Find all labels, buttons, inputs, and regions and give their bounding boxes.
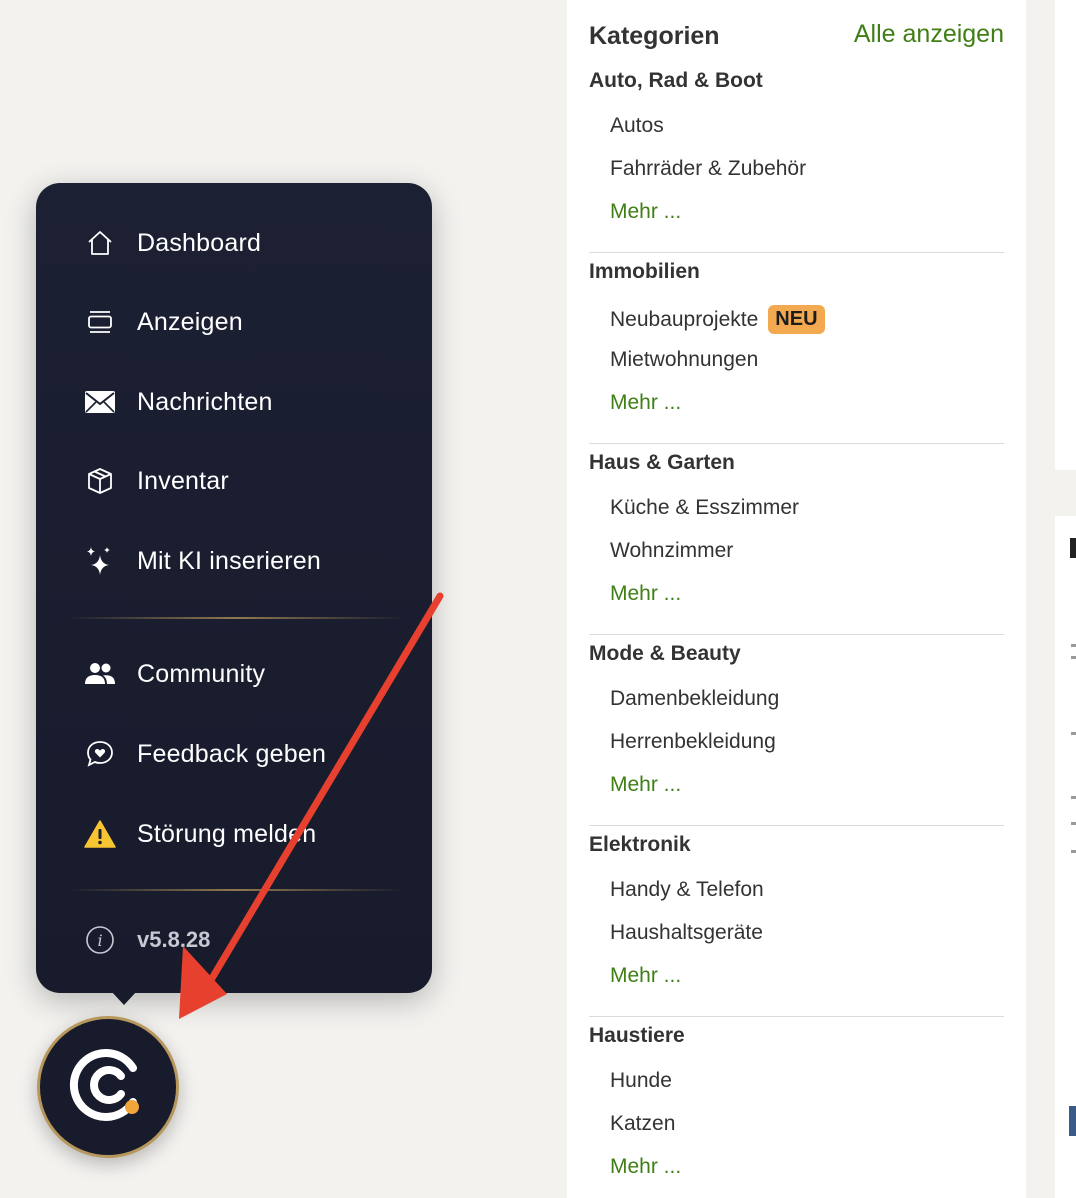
info-icon: i (82, 922, 118, 958)
menu-item-label: Dashboard (137, 228, 262, 257)
menu-item-label: Mit KI inserieren (137, 546, 322, 575)
category-link[interactable]: Damenbekleidung (610, 687, 779, 711)
category-link-label: Fahrräder & Zubehör (610, 157, 807, 180)
menu-item-stoerung[interactable]: Störung melden (82, 812, 412, 856)
category-link[interactable]: Handy & Telefon (610, 878, 764, 902)
svg-text:i: i (97, 931, 102, 950)
version-label: v5.8.28 (137, 927, 211, 952)
group-title[interactable]: Haus & Garten (589, 451, 735, 475)
category-group: Haustiere Hunde Katzen Mehr ... (589, 1017, 1004, 1198)
sparkles-icon (82, 543, 118, 579)
category-link[interactable]: Haushaltsgeräte (610, 921, 763, 945)
menu-item-nachrichten[interactable]: Nachrichten (82, 380, 412, 424)
box-icon (82, 463, 118, 499)
category-link[interactable]: Neubauprojekte NEU (610, 305, 825, 334)
side-card-bottom (1055, 516, 1076, 1198)
category-link[interactable]: Katzen (610, 1112, 675, 1136)
category-link-label: Damenbekleidung (610, 687, 780, 710)
group-title[interactable]: Auto, Rad & Boot (589, 69, 763, 93)
menu-item-label: Nachrichten (137, 387, 273, 416)
menu-item-label: Störung melden (137, 819, 317, 848)
warning-icon (82, 816, 118, 852)
menu-item-label: Anzeigen (137, 307, 243, 336)
category-group: Haus & Garten Küche & Esszimmer Wohnzimm… (589, 444, 1004, 635)
heart-chat-icon (82, 736, 118, 772)
category-header: Kategorien Alle anzeigen (589, 20, 1004, 56)
card-fragment (1071, 822, 1076, 825)
more-link[interactable]: Mehr ... (610, 391, 681, 415)
version-info: i v5.8.28 (82, 918, 412, 962)
envelope-icon (82, 384, 118, 420)
category-link[interactable]: Küche & Esszimmer (610, 496, 799, 520)
category-link-label: Hunde (610, 1069, 672, 1092)
category-groups: Auto, Rad & Boot Autos Fahrräder & Zubeh… (589, 62, 1004, 1198)
menu-item-dashboard[interactable]: Dashboard (82, 221, 412, 265)
category-panel: Kategorien Alle anzeigen Auto, Rad & Boo… (567, 0, 1026, 1198)
group-title[interactable]: Elektronik (589, 833, 691, 857)
app-menu: Dashboard Anzeigen Nachrichten Inventar (36, 183, 432, 993)
category-link-label: Mietwohnungen (610, 348, 759, 371)
card-fragment (1071, 732, 1076, 735)
category-link-label: Handy & Telefon (610, 878, 764, 901)
menu-item-label: Feedback geben (137, 739, 327, 768)
category-link[interactable]: Hunde (610, 1069, 672, 1093)
side-card-top (1055, 0, 1076, 470)
more-link[interactable]: Mehr ... (610, 1155, 681, 1179)
more-link[interactable]: Mehr ... (610, 773, 681, 797)
app-logo-icon (63, 1040, 153, 1135)
menu-item-label: Inventar (137, 466, 229, 495)
card-fragment (1071, 644, 1076, 647)
card-fragment (1071, 850, 1076, 853)
category-group: Auto, Rad & Boot Autos Fahrräder & Zubeh… (589, 62, 1004, 253)
menu-pointer (111, 991, 137, 1005)
category-link-label: Wohnzimmer (610, 539, 734, 562)
more-link[interactable]: Mehr ... (610, 200, 681, 224)
card-fragment (1070, 538, 1076, 558)
group-title[interactable]: Haustiere (589, 1024, 685, 1048)
category-link[interactable]: Wohnzimmer (610, 539, 733, 563)
menu-item-feedback[interactable]: Feedback geben (82, 732, 412, 776)
menu-item-label: Community (137, 659, 266, 688)
category-link[interactable]: Fahrräder & Zubehör (610, 157, 806, 181)
card-fragment (1069, 1106, 1076, 1136)
show-all-link[interactable]: Alle anzeigen (854, 20, 1004, 49)
category-link[interactable]: Mietwohnungen (610, 348, 758, 372)
category-link[interactable]: Herrenbekleidung (610, 730, 776, 754)
app-logo-button[interactable] (37, 1016, 179, 1158)
menu-item-anzeigen[interactable]: Anzeigen (82, 300, 412, 344)
category-link-label: Herrenbekleidung (610, 730, 776, 753)
category-link-label: Katzen (610, 1112, 676, 1135)
category-group: Elektronik Handy & Telefon Haushaltsgerä… (589, 826, 1004, 1017)
menu-item-inventar[interactable]: Inventar (82, 459, 412, 503)
more-link[interactable]: Mehr ... (610, 964, 681, 988)
new-badge: NEU (768, 305, 825, 334)
listings-icon (82, 304, 118, 340)
card-fragment (1071, 656, 1076, 659)
category-link-label: Autos (610, 114, 664, 137)
menu-item-community[interactable]: Community (82, 652, 412, 696)
menu-item-ki-inserieren[interactable]: Mit KI inserieren (82, 539, 412, 583)
menu-divider (66, 889, 406, 891)
category-group: Immobilien Neubauprojekte NEU Mietwohnung… (589, 253, 1004, 444)
more-link[interactable]: Mehr ... (610, 582, 681, 606)
card-fragment (1071, 796, 1076, 799)
category-title: Kategorien (589, 22, 720, 50)
group-title[interactable]: Immobilien (589, 260, 700, 284)
category-link-label: Küche & Esszimmer (610, 496, 800, 519)
menu-divider (66, 617, 406, 619)
home-icon (82, 225, 118, 261)
category-link-label: Haushaltsgeräte (610, 921, 763, 944)
category-group: Mode & Beauty Damenbekleidung Herrenbekl… (589, 635, 1004, 826)
group-title[interactable]: Mode & Beauty (589, 642, 741, 666)
people-icon (82, 656, 118, 692)
category-link[interactable]: Autos (610, 114, 664, 138)
category-link-label: Neubauprojekte (610, 307, 759, 331)
